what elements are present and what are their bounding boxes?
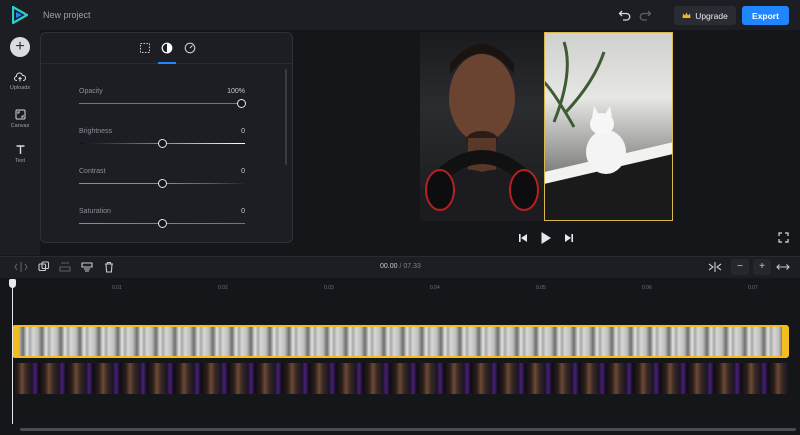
- skip-forward-icon[interactable]: [564, 233, 574, 243]
- zoom-out-button[interactable]: −: [731, 259, 749, 275]
- redo-icon[interactable]: [638, 8, 652, 22]
- slider-value: 0: [241, 168, 245, 175]
- portrait-image: [420, 44, 544, 221]
- video-clip-portrait[interactable]: [12, 363, 788, 394]
- contrast-icon[interactable]: [160, 41, 174, 55]
- video-preview[interactable]: [420, 32, 673, 221]
- split-icon[interactable]: [14, 261, 28, 273]
- crown-icon: [682, 12, 691, 18]
- tick-label: 0.07: [748, 285, 758, 291]
- timeline-scrollbar[interactable]: [20, 428, 796, 431]
- resize-icon: [15, 109, 25, 120]
- tick-label: 0.04: [430, 285, 440, 291]
- rail-item-label: Text: [14, 158, 26, 164]
- playhead-handle[interactable]: [9, 279, 16, 288]
- slider-label: Contrast: [79, 168, 106, 175]
- slider-label: Brightness: [79, 128, 113, 135]
- panel-tabs: [41, 33, 292, 64]
- active-tab-indicator: [158, 62, 176, 64]
- detach-audio-icon[interactable]: [58, 261, 72, 273]
- rail-item-uploads[interactable]: Uploads: [0, 72, 40, 91]
- project-title[interactable]: New project: [43, 10, 91, 20]
- video-clip-cat[interactable]: [12, 325, 789, 358]
- cloud-upload-icon: [14, 72, 26, 82]
- plus-icon: +: [15, 38, 25, 55]
- timecode: 00.00 / 07.33: [380, 263, 421, 270]
- time-separator: /: [399, 263, 402, 270]
- tick-label: 0.02: [218, 285, 228, 291]
- panel-scrollbar[interactable]: [285, 69, 287, 165]
- rail-item-text[interactable]: Text: [0, 144, 40, 164]
- rail-item-label: Uploads: [9, 85, 31, 91]
- rail-item-canvas[interactable]: Canvas: [0, 109, 40, 129]
- adjust-panel: Opacity 100% Brightness 0 Contrast 0 Sat…: [40, 32, 293, 243]
- tick-label: 0.06: [642, 285, 652, 291]
- slider-value: 0: [241, 128, 245, 135]
- playhead-line: [12, 284, 13, 424]
- logo-icon[interactable]: [12, 6, 28, 24]
- slider-knob[interactable]: [158, 139, 167, 148]
- rail-item-label: Canvas: [10, 123, 30, 129]
- slider-value: 0: [241, 208, 245, 215]
- slider-knob[interactable]: [158, 219, 167, 228]
- export-button[interactable]: Export: [742, 6, 789, 25]
- upgrade-button[interactable]: Upgrade: [674, 6, 736, 25]
- track-options-icon[interactable]: [80, 261, 94, 273]
- duplicate-icon[interactable]: [37, 261, 51, 273]
- fit-timeline-icon[interactable]: [708, 261, 722, 273]
- upgrade-label: Upgrade: [695, 10, 728, 21]
- slider-label: Saturation: [79, 208, 111, 215]
- left-rail: + Uploads Canvas Text: [0, 30, 40, 255]
- tick-label: 0.01: [112, 285, 122, 291]
- play-icon[interactable]: [540, 231, 552, 245]
- tick-label: 0.03: [324, 285, 334, 291]
- trash-icon[interactable]: [102, 261, 116, 273]
- zoom-in-button[interactable]: +: [753, 259, 771, 275]
- top-bar: New project Upgrade Export: [0, 0, 800, 30]
- slider-value: 100%: [227, 88, 245, 95]
- tick-label: 0.05: [536, 285, 546, 291]
- expand-timeline-icon[interactable]: [776, 261, 790, 273]
- text-icon: [16, 145, 24, 154]
- total-duration: 07.33: [403, 263, 421, 270]
- speed-icon[interactable]: [183, 41, 197, 55]
- preview-frame-portrait[interactable]: [420, 32, 544, 221]
- playback-controls: [518, 231, 576, 245]
- add-media-button[interactable]: +: [10, 37, 30, 57]
- skip-back-icon[interactable]: [518, 233, 528, 243]
- slider-label: Opacity: [79, 88, 103, 95]
- undo-icon[interactable]: [618, 8, 632, 22]
- fullscreen-icon[interactable]: [778, 232, 789, 243]
- selection-outline: [544, 32, 673, 221]
- slider-knob[interactable]: [237, 99, 246, 108]
- current-time: 00.00: [380, 263, 398, 270]
- slider-knob[interactable]: [158, 179, 167, 188]
- crop-icon[interactable]: [138, 41, 152, 55]
- slider-track[interactable]: [79, 103, 245, 104]
